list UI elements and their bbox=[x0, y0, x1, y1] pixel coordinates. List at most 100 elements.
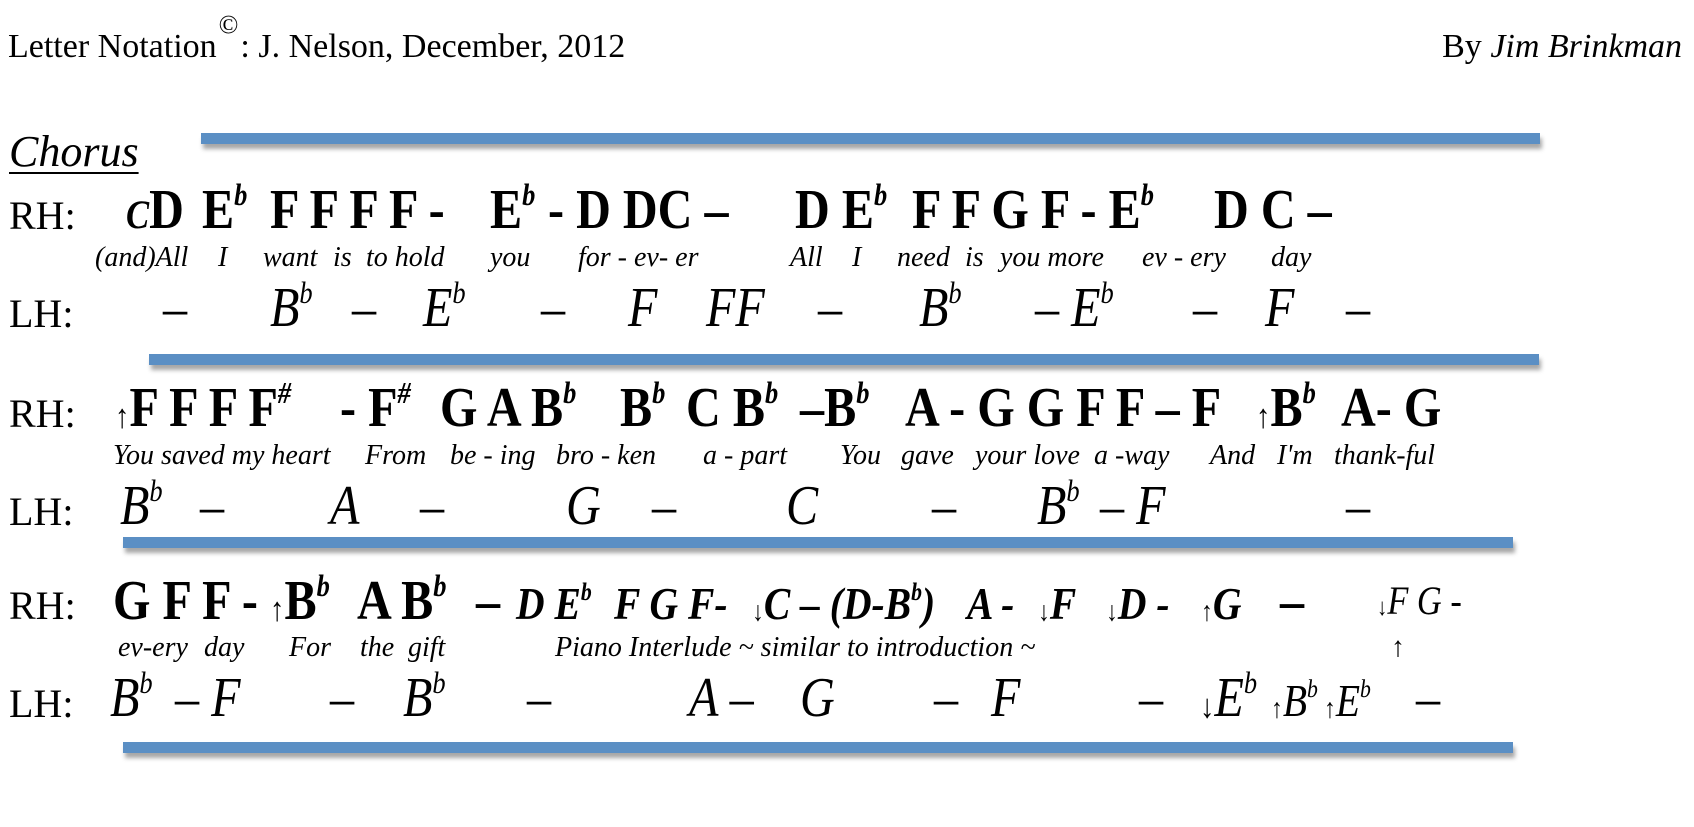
lh-note-group: – bbox=[541, 276, 565, 340]
note-letter: C – (D-B bbox=[763, 578, 912, 629]
flat-sign: b bbox=[1360, 675, 1371, 704]
arrow-down-icon: ↓ bbox=[1377, 595, 1388, 622]
note-letter: D - bbox=[1117, 578, 1170, 629]
lh-note-group: – bbox=[200, 474, 224, 538]
flat-sign: b bbox=[1302, 375, 1316, 410]
lh-note-group: F bbox=[1265, 276, 1294, 340]
note-letter: - D DC – bbox=[548, 179, 729, 241]
lh-note-group: – bbox=[932, 474, 956, 538]
note-letter: F F F F - bbox=[270, 179, 445, 241]
note-letter: B bbox=[284, 570, 317, 632]
flat-sign: b bbox=[433, 568, 447, 603]
sharp-sign: # bbox=[397, 375, 411, 410]
note-letter: B bbox=[1282, 675, 1308, 726]
note-letter: F F G F - E bbox=[912, 179, 1141, 241]
sharp-sign: # bbox=[277, 375, 292, 410]
flat-sign: b bbox=[149, 473, 163, 508]
lyric-word: a -way bbox=[1094, 440, 1170, 471]
note-letter: F bbox=[1265, 277, 1295, 339]
lyric-word: day bbox=[204, 632, 245, 663]
lyric-word: gave bbox=[901, 440, 954, 471]
section-title: Chorus bbox=[9, 127, 139, 176]
rh-note-group: F F G F - Eb bbox=[912, 178, 1154, 242]
lyric-word: I bbox=[218, 242, 228, 273]
note-letter: – F bbox=[175, 667, 241, 729]
lh-note-group: – bbox=[163, 276, 187, 340]
flat-sign: b bbox=[452, 275, 466, 310]
note-letter: A - G G F F – F bbox=[905, 377, 1222, 439]
lh-note-group: Bb bbox=[1037, 474, 1080, 538]
rh-note-group: D C – bbox=[1214, 178, 1332, 242]
note-letter: G F F - bbox=[113, 570, 258, 632]
lh-note-group: F bbox=[628, 276, 657, 340]
arrow-up-icon: ↑ bbox=[270, 591, 285, 629]
arrow-up-icon: ↑ bbox=[1391, 632, 1405, 663]
lyric-word: You bbox=[840, 440, 882, 471]
note-letter: – E bbox=[1035, 277, 1101, 339]
lyric-word: All bbox=[790, 242, 823, 273]
lyric-word: You saved my heart bbox=[113, 440, 331, 471]
lyric-word: I bbox=[852, 242, 862, 273]
note-letter: E bbox=[423, 277, 453, 339]
lh-note-group: – bbox=[1193, 276, 1217, 340]
note-letter: B bbox=[403, 667, 433, 729]
note-letter: – bbox=[934, 667, 959, 729]
rh-note-group: C Bb bbox=[686, 376, 778, 440]
note-letter: F G - bbox=[1387, 578, 1462, 623]
note-letter: – bbox=[1193, 277, 1218, 339]
document-header-right: By Jim Brinkman bbox=[1442, 28, 1682, 66]
flat-sign: b bbox=[299, 275, 313, 310]
lh-note-group: G bbox=[800, 666, 835, 730]
flat-sign: b bbox=[580, 578, 592, 607]
note-letter: D E bbox=[795, 179, 874, 241]
note-letter: - F bbox=[340, 377, 398, 439]
lyric-word: your love bbox=[975, 440, 1080, 471]
rh-note-group: – bbox=[476, 569, 500, 633]
flat-sign: b bbox=[563, 375, 577, 410]
rh-note-group: G F F - bbox=[113, 569, 258, 633]
rh-note-group: D Eb bbox=[516, 577, 592, 630]
note-letter: E bbox=[1214, 667, 1244, 729]
lyric-word: thank-ful bbox=[1334, 440, 1436, 471]
note-letter: – bbox=[818, 277, 843, 339]
note-letter: B bbox=[1270, 377, 1303, 439]
flat-sign: b bbox=[1140, 177, 1154, 212]
rh-note-group: ↓D - bbox=[1106, 577, 1170, 630]
note-letter: F F F F bbox=[129, 377, 278, 439]
flat-sign: b bbox=[948, 275, 962, 310]
lh-note-group: – bbox=[1346, 276, 1370, 340]
lyric-word: the bbox=[360, 632, 395, 663]
rh-note-group: A- G bbox=[1341, 376, 1441, 440]
rh-note-group: –Bb bbox=[800, 376, 869, 440]
note-letter: D E bbox=[516, 578, 581, 629]
lh-note-group: Bb bbox=[403, 666, 446, 730]
lh-note-group: F bbox=[991, 666, 1020, 730]
rh-note-group: – bbox=[1280, 569, 1304, 633]
flat-sign: b bbox=[652, 375, 666, 410]
flat-sign: b bbox=[1307, 675, 1318, 704]
note-letter: – bbox=[1346, 475, 1371, 537]
lh-note-group: Bb bbox=[270, 276, 313, 340]
lh-note-group: – Eb bbox=[1035, 276, 1114, 340]
rh-note-group: CD bbox=[126, 178, 184, 242]
rh-note-group: A Bb bbox=[357, 569, 447, 633]
flat-sign: b bbox=[764, 375, 779, 410]
lyric-word: ev - ery bbox=[1142, 242, 1226, 273]
note-letter: – bbox=[652, 475, 677, 537]
note-letter: –B bbox=[800, 377, 857, 439]
lh-note-group: A – bbox=[689, 666, 754, 730]
note-letter: – bbox=[541, 277, 566, 339]
note-letter: A - bbox=[967, 578, 1015, 629]
arrow-down-icon: ↓ bbox=[1106, 595, 1118, 627]
note-letter: B bbox=[620, 377, 653, 439]
lh-note-group: – bbox=[1416, 666, 1440, 730]
arrow-down-icon: ↓ bbox=[1038, 595, 1050, 627]
note-letter: – bbox=[1139, 667, 1164, 729]
flat-sign: b bbox=[522, 177, 536, 212]
lyric-word: From bbox=[365, 440, 427, 471]
note-letter: A- G bbox=[1341, 377, 1442, 439]
note-letter: B bbox=[120, 475, 150, 537]
rh-note-group: A - bbox=[967, 577, 1014, 630]
lyric-word: And bbox=[1210, 440, 1256, 471]
divider-bar bbox=[123, 537, 1513, 548]
